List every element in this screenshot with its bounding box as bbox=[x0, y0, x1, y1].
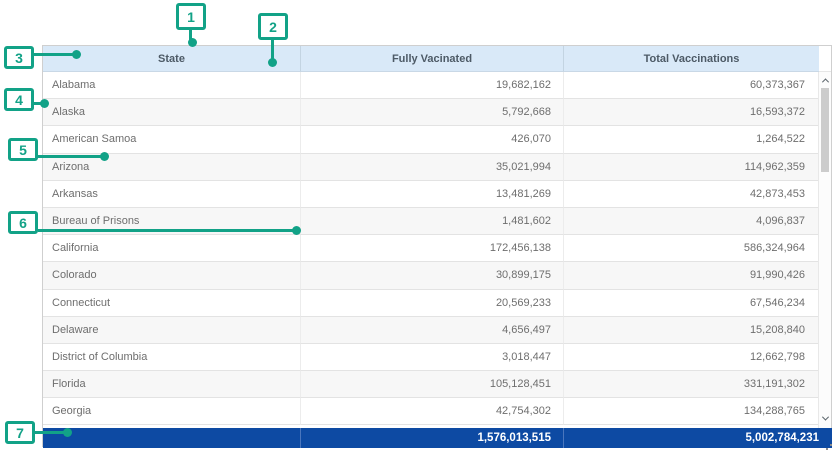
total-vaccinations-cell: 16,593,372 bbox=[564, 99, 818, 126]
callout-6-dot bbox=[292, 226, 301, 235]
state-cell: Connecticut bbox=[43, 290, 301, 317]
totals-fully-vacinated: 1,576,013,515 bbox=[301, 428, 564, 448]
callout-5-dot bbox=[100, 152, 109, 161]
chevron-up-icon bbox=[821, 78, 828, 85]
state-cell: Colorado bbox=[43, 262, 301, 289]
total-vaccinations-cell: 1,264,522 bbox=[564, 126, 818, 153]
callout-2-dot bbox=[268, 58, 277, 67]
callout-2-badge: 2 bbox=[258, 13, 288, 40]
callout-4-badge: 4 bbox=[4, 88, 34, 111]
total-vaccinations-cell: 4,096,837 bbox=[564, 208, 818, 235]
table-row[interactable]: Arizona 35,021,994 114,962,359 bbox=[43, 154, 818, 181]
totals-total-vaccinations: 5,002,784,231 bbox=[564, 428, 832, 448]
fully-vacinated-cell: 426,070 bbox=[301, 126, 564, 153]
scroll-down-button[interactable] bbox=[819, 412, 831, 424]
state-cell: District of Columbia bbox=[43, 344, 301, 371]
callout-6-leader-line bbox=[38, 229, 293, 232]
resize-grip-icon[interactable] bbox=[822, 443, 833, 453]
total-vaccinations-cell: 15,208,840 bbox=[564, 317, 818, 344]
callout-7-badge: 7 bbox=[5, 421, 35, 444]
fully-vacinated-cell: 4,656,497 bbox=[301, 317, 564, 344]
fully-vacinated-cell: 172,456,138 bbox=[301, 235, 564, 262]
table-row[interactable]: Georgia 42,754,302 134,288,765 bbox=[43, 398, 818, 425]
total-vaccinations-cell: 134,288,765 bbox=[564, 398, 818, 425]
state-cell: Alabama bbox=[43, 72, 301, 99]
table-header-row: State Fully Vacinated Total Vaccinations bbox=[43, 46, 831, 72]
fully-vacinated-cell: 42,754,302 bbox=[301, 398, 564, 425]
table-row[interactable]: Delaware 4,656,497 15,208,840 bbox=[43, 317, 818, 344]
chevron-down-icon bbox=[821, 413, 828, 420]
table-row[interactable]: California 172,456,138 586,324,964 bbox=[43, 235, 818, 262]
total-vaccinations-cell: 67,546,234 bbox=[564, 290, 818, 317]
total-vaccinations-cell: 42,873,453 bbox=[564, 181, 818, 208]
table-row[interactable]: Connecticut 20,569,233 67,546,234 bbox=[43, 290, 818, 317]
fully-vacinated-cell: 3,018,447 bbox=[301, 344, 564, 371]
table-row[interactable]: Alaska 5,792,668 16,593,372 bbox=[43, 99, 818, 126]
table-row[interactable]: Alabama 19,682,162 60,373,367 bbox=[43, 72, 818, 99]
state-cell: Alaska bbox=[43, 99, 301, 126]
callout-3-dot bbox=[72, 50, 81, 59]
state-cell: Georgia bbox=[43, 398, 301, 425]
callout-3-badge: 3 bbox=[4, 46, 34, 69]
total-vaccinations-cell: 91,990,426 bbox=[564, 262, 818, 289]
fully-vacinated-cell: 13,481,269 bbox=[301, 181, 564, 208]
callout-1-badge: 1 bbox=[176, 3, 206, 30]
fully-vacinated-cell: 20,569,233 bbox=[301, 290, 564, 317]
totals-row: 1,576,013,515 5,002,784,231 bbox=[43, 428, 832, 448]
table-row[interactable]: Arkansas 13,481,269 42,873,453 bbox=[43, 181, 818, 208]
callout-6-badge: 6 bbox=[8, 211, 38, 234]
state-cell: Arkansas bbox=[43, 181, 301, 208]
table-row[interactable]: Florida 105,128,451 331,191,302 bbox=[43, 371, 818, 398]
fully-vacinated-cell: 105,128,451 bbox=[301, 371, 564, 398]
fully-vacinated-cell: 19,682,162 bbox=[301, 72, 564, 99]
totals-state-cell bbox=[43, 428, 301, 448]
total-vaccinations-cell: 331,191,302 bbox=[564, 371, 818, 398]
vertical-scrollbar[interactable] bbox=[818, 72, 831, 428]
total-vaccinations-cell: 114,962,359 bbox=[564, 154, 818, 181]
scroll-up-button[interactable] bbox=[819, 74, 831, 86]
total-vaccinations-cell: 586,324,964 bbox=[564, 235, 818, 262]
callout-1-dot bbox=[188, 38, 197, 47]
scrollbar-thumb[interactable] bbox=[821, 88, 829, 172]
callout-5-leader-line bbox=[38, 155, 102, 158]
callout-3-leader-line bbox=[34, 53, 73, 56]
callout-5-badge: 5 bbox=[8, 138, 38, 161]
column-header-state[interactable]: State bbox=[43, 46, 301, 72]
callout-2-leader-line bbox=[271, 40, 274, 60]
vaccination-data-table: State Fully Vacinated Total Vaccinations… bbox=[42, 45, 832, 447]
state-cell: California bbox=[43, 235, 301, 262]
callout-7-leader-line bbox=[35, 431, 65, 434]
table-row[interactable]: Colorado 30,899,175 91,990,426 bbox=[43, 262, 818, 289]
state-cell: Florida bbox=[43, 371, 301, 398]
table-body: Alabama 19,682,162 60,373,367 Alaska 5,7… bbox=[43, 72, 831, 428]
fully-vacinated-cell: 35,021,994 bbox=[301, 154, 564, 181]
state-cell: Delaware bbox=[43, 317, 301, 344]
header-scrollbar-corner bbox=[819, 46, 831, 72]
fully-vacinated-cell: 1,481,602 bbox=[301, 208, 564, 235]
total-vaccinations-cell: 60,373,367 bbox=[564, 72, 818, 99]
callout-7-dot bbox=[63, 428, 72, 437]
column-header-fully-vacinated[interactable]: Fully Vacinated bbox=[301, 46, 564, 72]
fully-vacinated-cell: 30,899,175 bbox=[301, 262, 564, 289]
callout-4-dot bbox=[40, 99, 49, 108]
state-cell: American Samoa bbox=[43, 126, 301, 153]
total-vaccinations-cell: 12,662,798 bbox=[564, 344, 818, 371]
column-header-total-vaccinations[interactable]: Total Vaccinations bbox=[564, 46, 819, 72]
table-row[interactable]: District of Columbia 3,018,447 12,662,79… bbox=[43, 344, 818, 371]
fully-vacinated-cell: 5,792,668 bbox=[301, 99, 564, 126]
table-row[interactable]: American Samoa 426,070 1,264,522 bbox=[43, 126, 818, 153]
dashboard-table-screen: State Fully Vacinated Total Vaccinations… bbox=[0, 0, 833, 453]
